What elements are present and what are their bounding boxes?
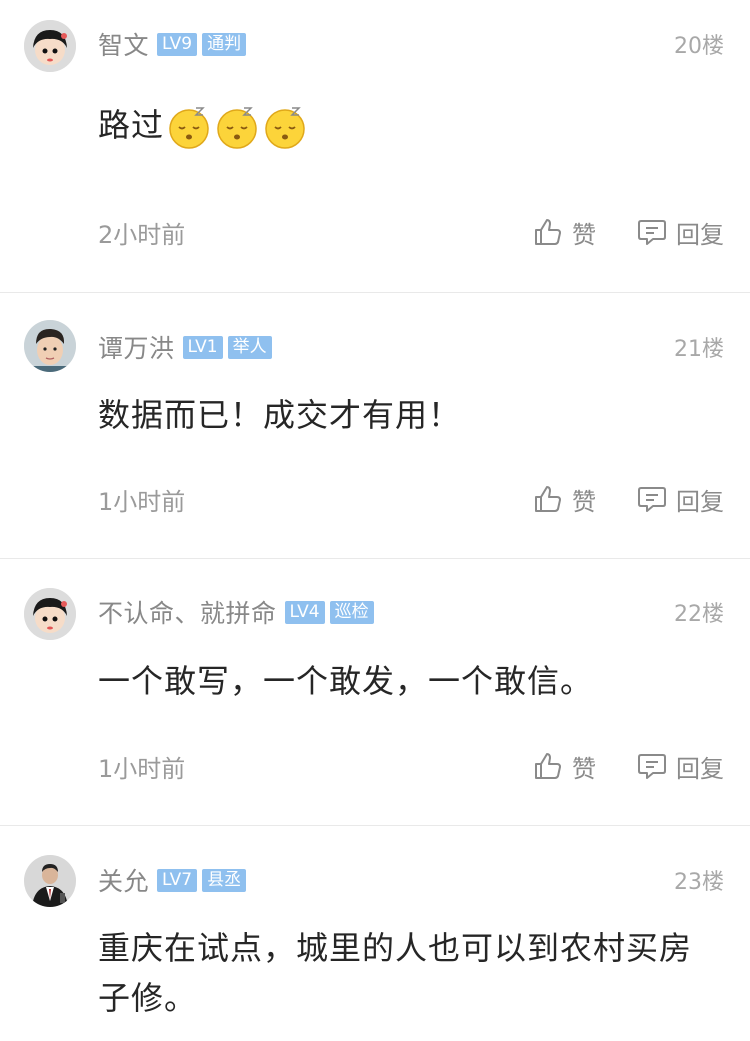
sleepy-emoji-icon [166, 104, 212, 150]
username[interactable]: 不认命、就拼命 [98, 594, 277, 630]
thumbs-up-icon [532, 750, 564, 782]
comment-header: 关允 LV7 县丞 23楼 [98, 863, 724, 897]
reply-button[interactable]: 回复 [636, 749, 724, 784]
comment-actions: 赞 回复 [532, 482, 724, 517]
sleepy-emoji-icon [214, 104, 260, 150]
like-button[interactable]: 赞 [532, 215, 596, 250]
timestamp: 2小时前 [98, 220, 186, 249]
comment-content: 一个敢写，一个敢发，一个敢信。 [98, 656, 710, 706]
like-button[interactable]: 赞 [532, 749, 596, 784]
like-button[interactable]: 赞 [532, 482, 596, 517]
comment-actions: 赞 回复 [532, 215, 724, 250]
title-badge: 县丞 [202, 868, 247, 892]
comment-footer: 2小时前 赞 回复 [98, 214, 724, 250]
reply-button[interactable]: 回复 [636, 482, 724, 517]
reply-label: 回复 [676, 754, 724, 783]
comment-header: 不认命、就拼命 LV4 巡检 22楼 [98, 595, 724, 629]
title-badge: 举人 [227, 335, 272, 359]
comment-footer: 1小时前 赞 回复 [98, 748, 724, 784]
level-badge: LV1 [182, 335, 223, 359]
comment-item: 关允 LV7 县丞 23楼 重庆在试点，城里的人也可以到农村买房子修。 [0, 826, 750, 1041]
comment-actions: 赞 回复 [532, 749, 724, 784]
comment-header: 谭万洪 LV1 举人 21楼 [98, 330, 724, 364]
like-label: 赞 [572, 220, 596, 249]
username[interactable]: 智文 [98, 26, 149, 62]
emoji-row [166, 104, 310, 150]
title-badge: 通判 [202, 32, 247, 56]
like-label: 赞 [572, 754, 596, 783]
timestamp: 1小时前 [98, 487, 186, 516]
reply-label: 回复 [676, 220, 724, 249]
comment-bubble-icon [636, 216, 668, 248]
reply-label: 回复 [676, 487, 724, 516]
avatar[interactable] [24, 588, 76, 640]
comment-bubble-icon [636, 483, 668, 515]
thumbs-up-icon [532, 483, 564, 515]
comment-content: 数据而已！成交才有用！ [98, 390, 710, 440]
comment-text: 路过 [98, 106, 165, 144]
comment-content: 路过 [98, 100, 710, 150]
comment-text: 重庆在试点，城里的人也可以到农村买房子修。 [98, 929, 693, 1017]
reply-button[interactable]: 回复 [636, 215, 724, 250]
avatar[interactable] [24, 320, 76, 372]
comment-bubble-icon [636, 750, 668, 782]
floor-number: 22楼 [674, 602, 724, 627]
thumbs-up-icon [532, 216, 564, 248]
username[interactable]: 关允 [98, 862, 149, 898]
comment-header: 智文 LV9 通判 20楼 [98, 27, 724, 61]
avatar[interactable] [24, 855, 76, 907]
level-badge: LV4 [284, 600, 325, 624]
comment-text: 数据而已！成交才有用！ [98, 396, 462, 434]
comment-item: 不认命、就拼命 LV4 巡检 22楼 一个敢写，一个敢发，一个敢信。 1小时前 … [0, 559, 750, 825]
level-badge: LV9 [157, 32, 198, 56]
level-badge: LV7 [157, 868, 198, 892]
timestamp: 1小时前 [98, 754, 186, 783]
avatar[interactable] [24, 20, 76, 72]
sleepy-emoji-icon [262, 104, 308, 150]
comment-content: 重庆在试点，城里的人也可以到农村买房子修。 [98, 923, 710, 1023]
username[interactable]: 谭万洪 [98, 329, 175, 365]
comment-text: 一个敢写，一个敢发，一个敢信。 [98, 662, 594, 700]
floor-number: 20楼 [674, 34, 724, 59]
comment-footer: 1小时前 赞 回复 [98, 481, 724, 517]
like-label: 赞 [572, 487, 596, 516]
floor-number: 21楼 [674, 337, 724, 362]
comment-item: 谭万洪 LV1 举人 21楼 数据而已！成交才有用！ 1小时前 赞 回复 [0, 293, 750, 558]
floor-number: 23楼 [674, 870, 724, 895]
comment-item: 智文 LV9 通判 20楼 路过 2小时前 赞 回复 [0, 0, 750, 292]
title-badge: 巡检 [329, 600, 374, 624]
